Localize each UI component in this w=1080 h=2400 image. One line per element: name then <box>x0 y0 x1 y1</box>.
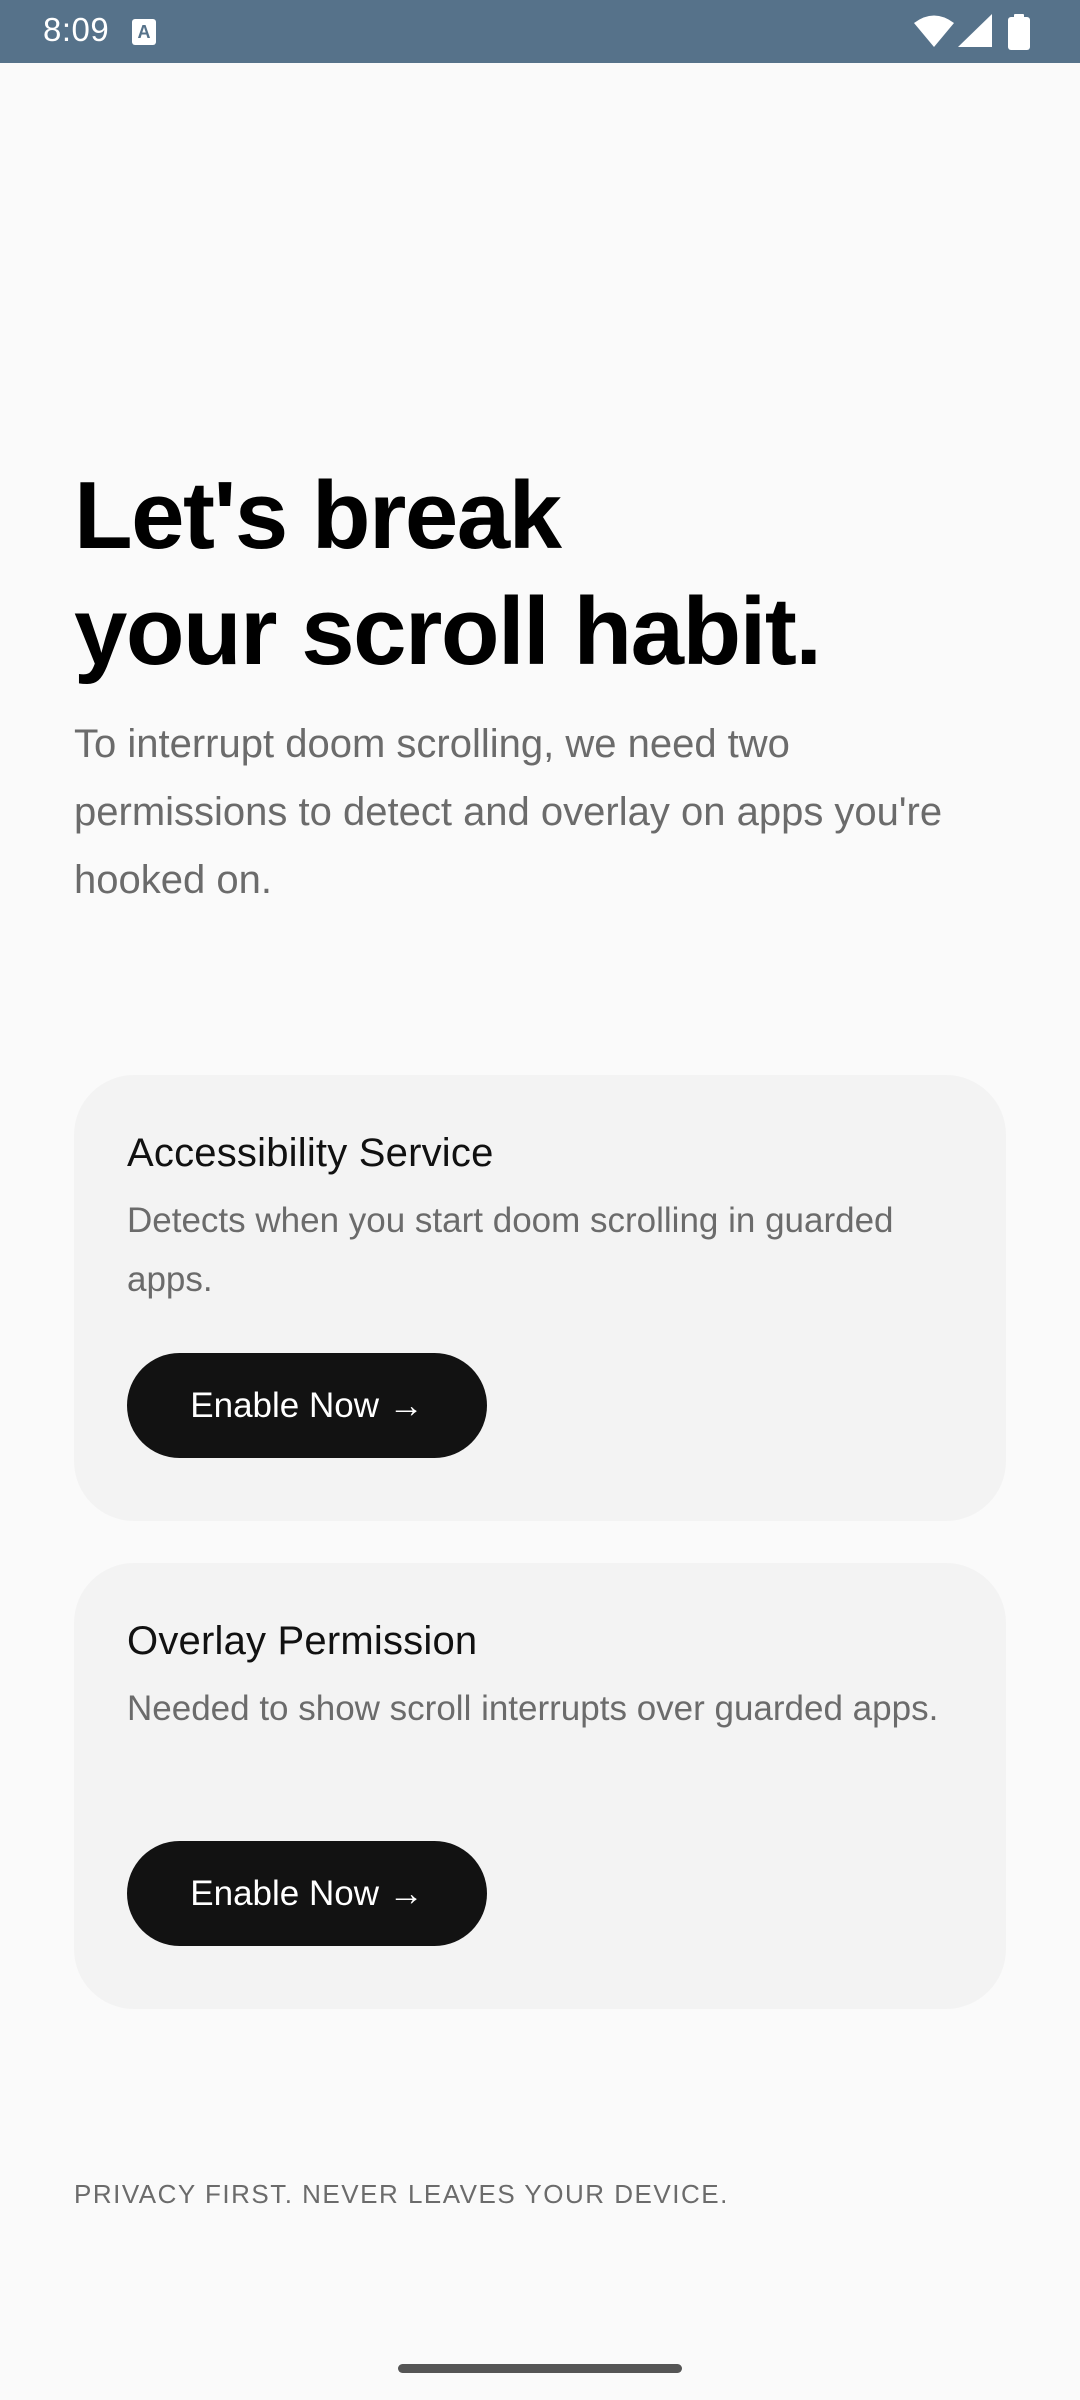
card-description: Detects when you start doom scrolling in… <box>127 1201 894 1299</box>
enable-overlay-button[interactable]: Enable Now → <box>127 1841 487 1946</box>
accessibility-service-card: Accessibility Service Detects when you s… <box>74 1075 1006 1521</box>
card-title: Overlay Permission <box>127 1619 478 1663</box>
battery-icon <box>1008 14 1030 50</box>
overlay-permission-card: Overlay Permission Needed to show scroll… <box>74 1563 1006 2009</box>
cellular-signal-icon <box>958 14 992 47</box>
status-time: 8:09 <box>43 11 110 48</box>
home-indicator[interactable] <box>398 2364 682 2373</box>
wifi-icon <box>914 15 954 47</box>
enable-accessibility-button[interactable]: Enable Now → <box>127 1353 487 1458</box>
headline: Let's break your scroll habit. <box>74 458 1014 690</box>
privacy-note: PRIVACY FIRST. NEVER LEAVES YOUR DEVICE. <box>74 2179 729 2209</box>
status-icons <box>914 14 1044 50</box>
notification-a-letter: A <box>137 22 151 42</box>
card-description: Needed to show scroll interrupts over gu… <box>127 1689 939 1728</box>
notification-a-icon: A <box>132 19 156 45</box>
subtitle: To interrupt doom scrolling, we need two… <box>74 722 943 902</box>
headline-line-1: Let's break <box>74 462 562 569</box>
headline-line-2: your scroll habit. <box>74 578 822 685</box>
card-title: Accessibility Service <box>127 1131 494 1175</box>
status-bar: 8:09 A <box>0 0 1080 63</box>
